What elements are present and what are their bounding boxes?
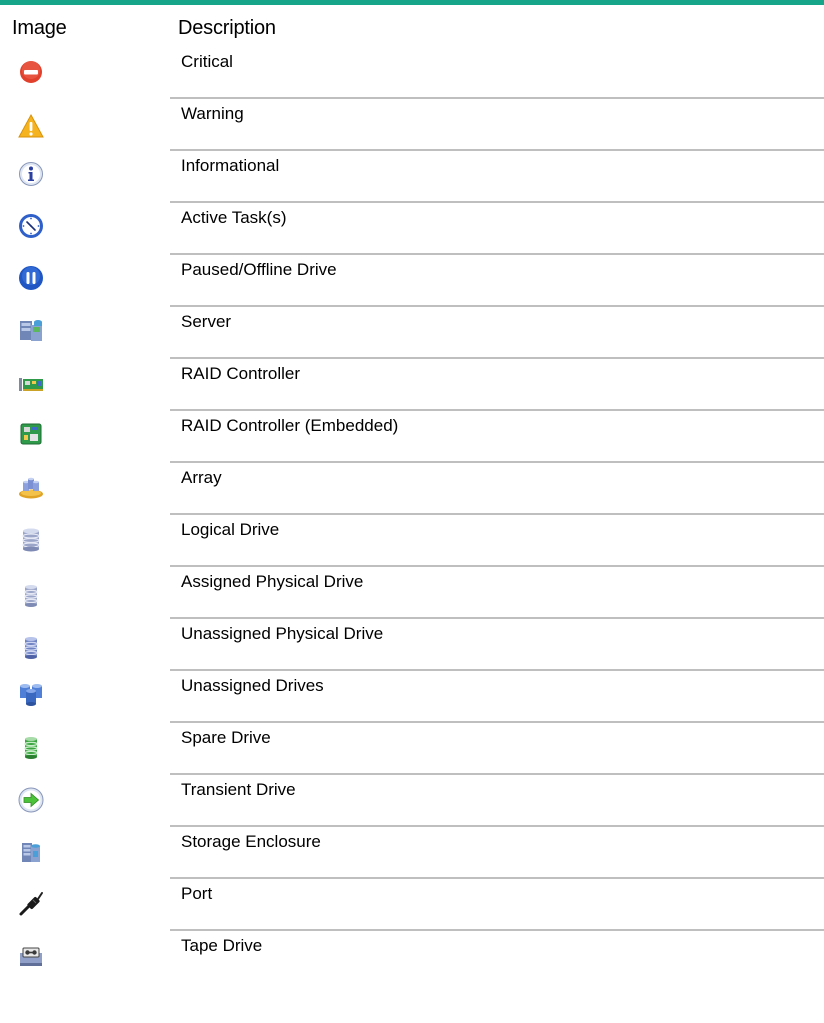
unassigned-drives-icon xyxy=(18,681,44,707)
description-text: Storage Enclosure xyxy=(181,832,321,851)
logical-drive-icon xyxy=(18,527,44,553)
table-row: Logical Drive xyxy=(0,513,824,565)
description-column-header: Description xyxy=(178,17,276,39)
description-text: Critical xyxy=(181,52,233,71)
description-text: Warning xyxy=(181,104,244,123)
tape-drive-icon xyxy=(18,943,44,969)
spare-drive-icon xyxy=(18,735,44,761)
port-icon xyxy=(18,891,44,917)
storage-enclosure-icon xyxy=(18,839,44,865)
description-text: Paused/Offline Drive xyxy=(181,260,337,279)
table-row: Warning xyxy=(0,97,824,149)
informational-icon xyxy=(18,161,44,187)
table-row: Spare Drive xyxy=(0,721,824,773)
table-row: Array xyxy=(0,461,824,513)
transient-drive-icon xyxy=(18,787,44,813)
image-column-header: Image xyxy=(12,17,67,39)
table-row: Paused/Offline Drive xyxy=(0,253,824,305)
table-row: Transient Drive xyxy=(0,773,824,825)
description-text: Spare Drive xyxy=(181,728,271,747)
table-row: RAID Controller (Embedded) xyxy=(0,409,824,461)
table-row: Unassigned Physical Drive xyxy=(0,617,824,669)
warning-icon xyxy=(18,113,44,139)
table-row: Assigned Physical Drive xyxy=(0,565,824,617)
description-text: Unassigned Physical Drive xyxy=(181,624,384,643)
description-text: Tape Drive xyxy=(181,936,263,955)
table-row: Active Task(s) xyxy=(0,201,824,253)
raid-controller-icon xyxy=(18,370,44,396)
table-row: Server xyxy=(0,305,824,357)
description-text: Unassigned Drives xyxy=(181,676,324,695)
assigned-physical-drive-icon xyxy=(18,583,44,609)
description-text: Assigned Physical Drive xyxy=(181,572,364,591)
description-text: Active Task(s) xyxy=(181,208,287,227)
description-text: Server xyxy=(181,312,232,331)
critical-icon xyxy=(18,59,44,85)
table-row: Port xyxy=(0,877,824,929)
table-row: RAID Controller xyxy=(0,357,824,409)
server-icon xyxy=(18,317,44,343)
array-icon xyxy=(18,474,44,500)
paused-offline-drive-icon xyxy=(18,265,44,291)
table-header: Image Description xyxy=(0,5,824,45)
description-text: Transient Drive xyxy=(181,780,296,799)
description-text: Logical Drive xyxy=(181,520,280,539)
icon-table-body: Critical Warning Informational Active Ta… xyxy=(0,45,824,981)
table-row: Storage Enclosure xyxy=(0,825,824,877)
description-text: Array xyxy=(181,468,222,487)
description-text: Port xyxy=(181,884,213,903)
description-text: RAID Controller (Embedded) xyxy=(181,416,399,435)
table-row: Informational xyxy=(0,149,824,201)
table-row: Tape Drive xyxy=(0,929,824,981)
description-text: RAID Controller xyxy=(181,364,301,383)
description-text: Informational xyxy=(181,156,280,175)
raid-controller-embedded-icon xyxy=(18,421,44,447)
unassigned-physical-drive-icon xyxy=(18,635,44,661)
table-row: Critical xyxy=(0,45,824,97)
active-task-icon xyxy=(18,213,44,239)
table-row: Unassigned Drives xyxy=(0,669,824,721)
